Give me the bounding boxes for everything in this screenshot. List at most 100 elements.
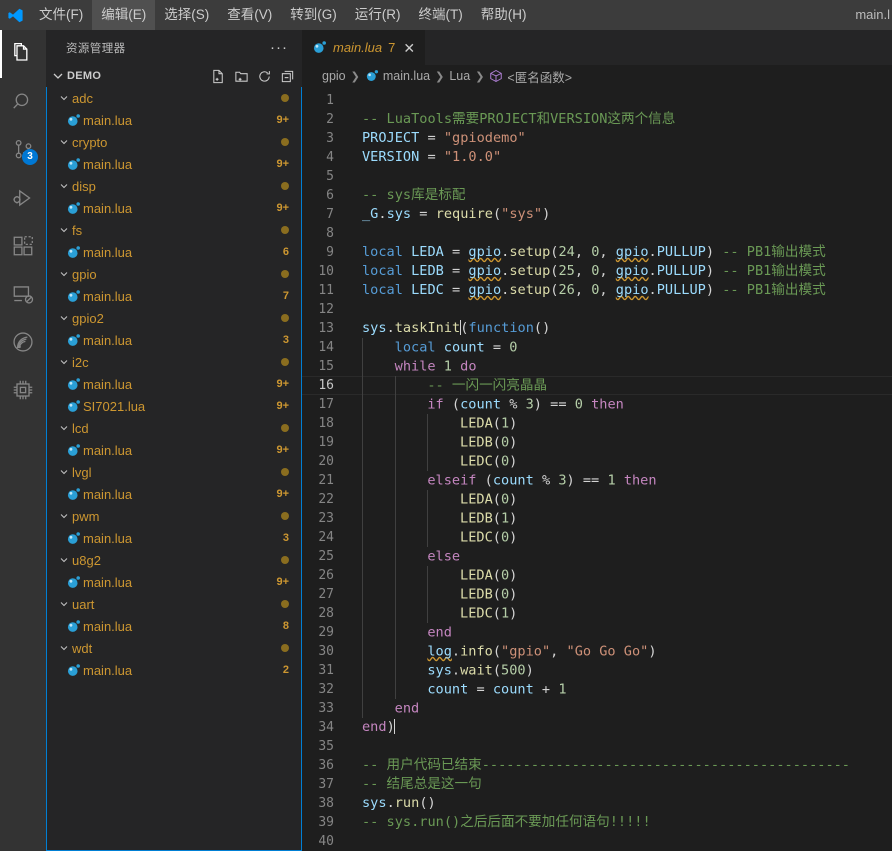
code-line[interactable]: 25 else	[302, 546, 892, 566]
breadcrumb-item[interactable]: Lua	[449, 69, 470, 83]
code-line[interactable]: 8	[302, 224, 892, 243]
code-line[interactable]: 32 count = count + 1	[302, 679, 892, 699]
tree-file-row[interactable]: main.lua 9+	[47, 571, 301, 593]
code-line[interactable]: 12	[302, 300, 892, 319]
code-line[interactable]: 23 LEDB(1)	[302, 508, 892, 528]
code-line[interactable]: 26 LEDA(0)	[302, 565, 892, 585]
code-line[interactable]: 30 log.info("gpio", "Go Go Go")	[302, 641, 892, 661]
tree-folder-row[interactable]: pwm	[47, 505, 301, 527]
tree-folder-row[interactable]: crypto	[47, 131, 301, 153]
code-line[interactable]: 14 local count = 0	[302, 337, 892, 357]
activity-bar-item-run-debug[interactable]	[0, 174, 46, 222]
tree-folder-row[interactable]: gpio2	[47, 307, 301, 329]
code-line[interactable]: 39 -- sys.run()之后后面不要加任何语句!!!!!	[302, 813, 892, 832]
tree-file-row[interactable]: main.lua 3	[47, 329, 301, 351]
code-line[interactable]: 20 LEDC(0)	[302, 451, 892, 471]
breadcrumb-item[interactable]: <匿名函数>	[489, 67, 572, 86]
tree-file-row[interactable]: main.lua 9+	[47, 483, 301, 505]
code-line[interactable]: 17 if (count % 3) == 0 then	[302, 394, 892, 414]
file-tree[interactable]: adc main.lua 9+ crypto main.lua 9+ disp main.lu…	[47, 87, 301, 681]
tree-file-row[interactable]: main.lua 8	[47, 615, 301, 637]
activity-bar-item-explorer[interactable]	[0, 30, 46, 78]
tree-file-row[interactable]: main.lua 9+	[47, 153, 301, 175]
tree-folder-row[interactable]: uart	[47, 593, 301, 615]
activity-bar-item-luatools[interactable]	[0, 318, 46, 366]
tree-folder-row[interactable]: u8g2	[47, 549, 301, 571]
menu-item-6[interactable]: 终端(T)	[410, 0, 472, 30]
code-line[interactable]: 2 -- LuaTools需要PROJECT和VERSION这两个信息	[302, 110, 892, 129]
code-line[interactable]: 1	[302, 91, 892, 110]
menu-item-5[interactable]: 运行(R)	[346, 0, 410, 30]
file-tree-container[interactable]: adc main.lua 9+ crypto main.lua 9+ disp main.lu…	[46, 87, 302, 851]
activity-bar-item-chip[interactable]	[0, 366, 46, 414]
code-line[interactable]: 37 -- 结尾总是这一句	[302, 775, 892, 794]
code-line[interactable]: 40	[302, 832, 892, 851]
close-icon[interactable]: ✕	[403, 41, 415, 55]
explorer-section-header-demo[interactable]: DEMO	[46, 65, 302, 87]
refresh-icon[interactable]	[255, 67, 273, 85]
editor-tab[interactable]: main.lua 7 ✕	[302, 30, 427, 65]
code-line[interactable]: 29 end	[302, 622, 892, 642]
code-line[interactable]: 33 end	[302, 698, 892, 718]
code-line[interactable]: 22 LEDA(0)	[302, 489, 892, 509]
code-line[interactable]: 18 LEDA(1)	[302, 413, 892, 433]
code-line[interactable]: 10 local LEDB = gpio.setup(25, 0, gpio.PU…	[302, 262, 892, 281]
code-line[interactable]: 27 LEDB(0)	[302, 584, 892, 604]
code-editor[interactable]: 1 2 -- LuaTools需要PROJECT和VERSION这两个信息 3 PROJ…	[302, 87, 892, 851]
menu-item-2[interactable]: 选择(S)	[155, 0, 218, 30]
tree-file-row[interactable]: main.lua 9+	[47, 197, 301, 219]
breadcrumb-item[interactable]: gpio	[322, 69, 346, 83]
tree-folder-row[interactable]: lcd	[47, 417, 301, 439]
tree-file-row[interactable]: main.lua 9+	[47, 439, 301, 461]
explorer-header-actions[interactable]	[209, 67, 296, 85]
new-folder-icon[interactable]	[232, 67, 250, 85]
tree-folder-row[interactable]: wdt	[47, 637, 301, 659]
tree-file-row[interactable]: main.lua 3	[47, 527, 301, 549]
menu-item-0[interactable]: 文件(F)	[30, 0, 92, 30]
code-line[interactable]: 9 local LEDA = gpio.setup(24, 0, gpio.PUL…	[302, 243, 892, 262]
tree-folder-row[interactable]: adc	[47, 87, 301, 109]
code-line[interactable]: 5	[302, 167, 892, 186]
tree-folder-row[interactable]: gpio	[47, 263, 301, 285]
menu-item-1[interactable]: 编辑(E)	[92, 0, 156, 30]
code-line[interactable]: 6 -- sys库是标配	[302, 186, 892, 205]
tree-file-row[interactable]: SI7021.lua 9+	[47, 395, 301, 417]
activity-bar[interactable]: 3	[0, 30, 46, 851]
tree-folder-row[interactable]: lvgl	[47, 461, 301, 483]
code-line[interactable]: 36 -- 用户代码已结束----------------------------…	[302, 756, 892, 775]
menu-item-4[interactable]: 转到(G)	[281, 0, 346, 30]
activity-bar-item-search[interactable]	[0, 78, 46, 126]
code-line[interactable]: 11 local LEDC = gpio.setup(26, 0, gpio.PU…	[302, 281, 892, 300]
code-line[interactable]: 35	[302, 737, 892, 756]
collapse-all-icon[interactable]	[278, 67, 296, 85]
tree-folder-row[interactable]: disp	[47, 175, 301, 197]
menu-item-3[interactable]: 查看(V)	[218, 0, 281, 30]
code-line[interactable]: 38 sys.run()	[302, 794, 892, 813]
tree-file-row[interactable]: main.lua 7	[47, 285, 301, 307]
activity-bar-item-source-control[interactable]: 3	[0, 126, 46, 174]
code-line[interactable]: 15 while 1 do	[302, 356, 892, 376]
activity-bar-item-extensions[interactable]	[0, 222, 46, 270]
tree-file-row[interactable]: main.lua 9+	[47, 109, 301, 131]
tree-file-row[interactable]: main.lua 9+	[47, 373, 301, 395]
code-line[interactable]: 4 VERSION = "1.0.0"	[302, 148, 892, 167]
code-line[interactable]: 16 -- 一闪一闪亮晶晶	[302, 375, 892, 395]
tree-folder-row[interactable]: i2c	[47, 351, 301, 373]
menu-bar[interactable]: 文件(F) 编辑(E) 选择(S) 查看(V) 转到(G) 运行(R) 终端(T) 帮助(H)	[30, 0, 536, 30]
code-line[interactable]: 28 LEDC(1)	[302, 603, 892, 623]
tree-file-row[interactable]: main.lua 6	[47, 241, 301, 263]
code-line[interactable]: 24 LEDC(0)	[302, 527, 892, 547]
new-file-icon[interactable]	[209, 67, 227, 85]
code-line[interactable]: 13 sys.taskInit(function()	[302, 319, 892, 338]
code-line[interactable]: 21 elseif (count % 3) == 1 then	[302, 470, 892, 490]
tree-file-row[interactable]: main.lua 2	[47, 659, 301, 681]
breadcrumb[interactable]: gpio ❯ main.lua ❯ Lua ❯ <匿名函数>	[302, 65, 892, 87]
tree-folder-row[interactable]: fs	[47, 219, 301, 241]
activity-bar-item-remote[interactable]	[0, 270, 46, 318]
code-line[interactable]: 7 _G.sys = require("sys")	[302, 205, 892, 224]
breadcrumb-item[interactable]: main.lua	[365, 69, 430, 83]
editor-tab-bar[interactable]: main.lua 7 ✕	[302, 30, 892, 65]
code-line[interactable]: 19 LEDB(0)	[302, 432, 892, 452]
code-line[interactable]: 31 sys.wait(500)	[302, 660, 892, 680]
menu-item-7[interactable]: 帮助(H)	[472, 0, 536, 30]
